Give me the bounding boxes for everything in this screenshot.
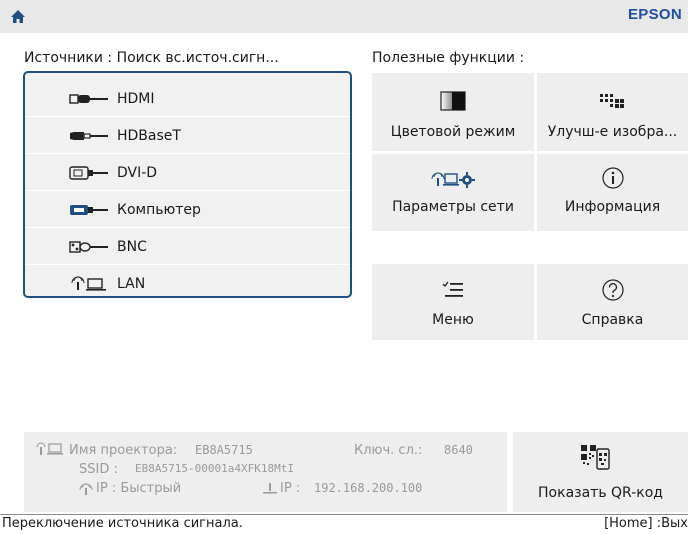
ssid-value: EB8A5715-00001a4XFK18MtI bbox=[135, 462, 294, 475]
source-label: Компьютер bbox=[117, 201, 201, 218]
top-bar: EPSON bbox=[0, 0, 688, 33]
network-settings-icon bbox=[431, 172, 475, 188]
source-label: BNC bbox=[117, 238, 147, 255]
lan-icon bbox=[71, 276, 106, 291]
source-item-dvi-d[interactable]: DVI-D bbox=[25, 154, 350, 191]
projector-name-value: EB8A5715 bbox=[195, 443, 253, 457]
hdbaset-connector-icon bbox=[70, 131, 108, 140]
information-button[interactable]: Информация bbox=[537, 154, 688, 231]
help-icon bbox=[601, 279, 624, 301]
lan-icon bbox=[36, 442, 63, 455]
info-icon bbox=[601, 167, 624, 189]
show-qr-code-button[interactable]: Показать QR-код bbox=[513, 432, 688, 512]
hdmi-connector-icon bbox=[69, 93, 108, 104]
status-divider bbox=[0, 514, 688, 515]
ip-label: IP : bbox=[280, 481, 301, 496]
tile-label: Цветовой режим bbox=[390, 124, 516, 140]
dvi-connector-icon bbox=[69, 165, 108, 180]
source-list: HDMI HDBaseT DVI-D Компьютер BNC LAN bbox=[23, 71, 352, 298]
source-item-hdbaset[interactable]: HDBaseT bbox=[25, 117, 350, 154]
qr-code-icon bbox=[581, 445, 610, 470]
wired-icon bbox=[263, 483, 277, 494]
source-item-bnc[interactable]: BNC bbox=[25, 228, 350, 265]
functions-title: Полезные функции : bbox=[372, 50, 525, 66]
source-item-hdmi[interactable]: HDMI bbox=[25, 80, 350, 117]
source-label: LAN bbox=[117, 275, 146, 292]
tile-label: Справка bbox=[581, 312, 644, 328]
key-label: Ключ. сл.: bbox=[354, 443, 423, 458]
source-label: HDMI bbox=[117, 90, 155, 107]
status-message: Переключение источника сигнала. bbox=[2, 516, 243, 531]
network-info-panel: Имя проектора: EB8A5715 Ключ. сл.: 8640 … bbox=[24, 432, 507, 512]
ip-value: 192.168.200.100 bbox=[314, 481, 423, 495]
home-icon[interactable] bbox=[10, 9, 26, 25]
brand-logo: EPSON bbox=[627, 6, 682, 23]
sources-title: Источники : Поиск вс.источ.сигн... bbox=[24, 50, 279, 66]
color-mode-button[interactable]: Цветовой режим bbox=[372, 73, 534, 151]
bnc-connector-icon bbox=[69, 240, 108, 253]
qr-label: Показать QR-код bbox=[538, 485, 663, 501]
network-settings-button[interactable]: Параметры сети bbox=[372, 154, 534, 231]
tile-label: Улучш-е изобра... bbox=[547, 124, 678, 140]
color-mode-icon bbox=[440, 91, 466, 111]
source-item-lan[interactable]: LAN bbox=[25, 265, 350, 296]
image-enhance-button[interactable]: Улучш-е изобра... bbox=[537, 73, 688, 151]
image-enhance-icon bbox=[599, 94, 624, 108]
tile-label: Меню bbox=[432, 312, 474, 328]
source-item-computer[interactable]: Компьютер bbox=[25, 191, 350, 228]
tile-label: Параметры сети bbox=[392, 199, 514, 215]
source-label: DVI-D bbox=[117, 164, 158, 181]
ssid-label: SSID : bbox=[79, 462, 118, 477]
source-label: HDBaseT bbox=[117, 127, 181, 144]
projector-name-label: Имя проектора: bbox=[69, 443, 178, 458]
vga-connector-icon bbox=[70, 204, 108, 215]
key-value: 8640 bbox=[444, 443, 473, 457]
menu-icon bbox=[442, 281, 463, 297]
tile-label: Информация bbox=[564, 199, 661, 215]
ip-mode-label: IP : Быстрый bbox=[96, 481, 182, 496]
menu-button[interactable]: Меню bbox=[372, 264, 534, 340]
home-exit-hint: [Home] :Вых bbox=[604, 516, 688, 531]
help-button[interactable]: Справка bbox=[537, 264, 688, 340]
wireless-icon bbox=[79, 483, 93, 495]
